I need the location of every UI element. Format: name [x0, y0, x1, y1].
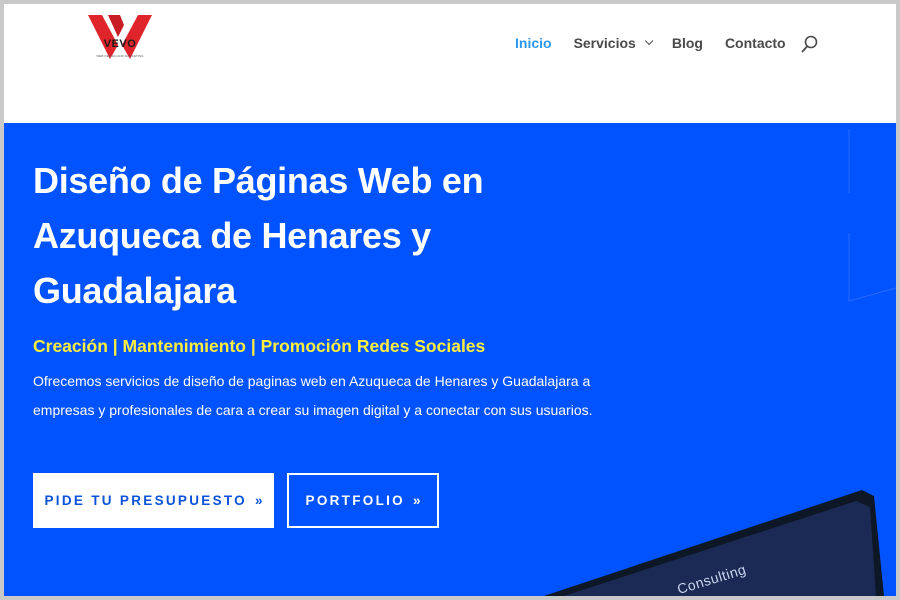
- request-quote-label: Pide tu presupuesto: [44, 493, 247, 508]
- portfolio-button[interactable]: Portfolio »: [287, 473, 439, 528]
- nav-item-label: Blog: [671, 35, 703, 51]
- portfolio-label: Portfolio: [305, 493, 405, 508]
- hero-subtitle: Creación | Mantenimiento | Promoción Red…: [33, 336, 486, 356]
- nav-item-blog[interactable]: Blog: [672, 35, 703, 51]
- request-quote-button[interactable]: Pide tu presupuesto »: [33, 473, 274, 528]
- nav-item-label: Contacto: [724, 35, 786, 51]
- logo-tagline: WEB DESIGN AND MARKETING: [96, 54, 144, 58]
- logo-wordmark: VEVO: [103, 38, 137, 50]
- nav-item-servicios[interactable]: Servicios: [573, 35, 654, 51]
- nav-item-contacto[interactable]: Contacto: [725, 35, 786, 51]
- main-nav: Inicio Servicios Blog Contacto: [515, 33, 808, 53]
- double-chevron-right-icon: »: [254, 493, 263, 508]
- chevron-down-icon: [644, 36, 654, 46]
- search-icon[interactable]: [800, 34, 820, 54]
- site-header: VEVO WEB DESIGN AND MARKETING Inicio Ser…: [4, 4, 896, 123]
- nav-item-label: Servicios: [573, 35, 636, 51]
- hero-section: Consulting Diseño de Páginas Web en Azuq…: [4, 123, 896, 596]
- double-chevron-right-icon: »: [412, 493, 421, 508]
- hero-title: Diseño de Páginas Web en Azuqueca de Hen…: [33, 160, 484, 311]
- nav-item-label: Inicio: [515, 35, 552, 51]
- nav-item-inicio[interactable]: Inicio: [515, 35, 552, 51]
- hero-description: Ofrecemos servicios de diseño de paginas…: [33, 373, 593, 418]
- browser-frame: VEVO WEB DESIGN AND MARKETING Inicio Ser…: [4, 4, 896, 596]
